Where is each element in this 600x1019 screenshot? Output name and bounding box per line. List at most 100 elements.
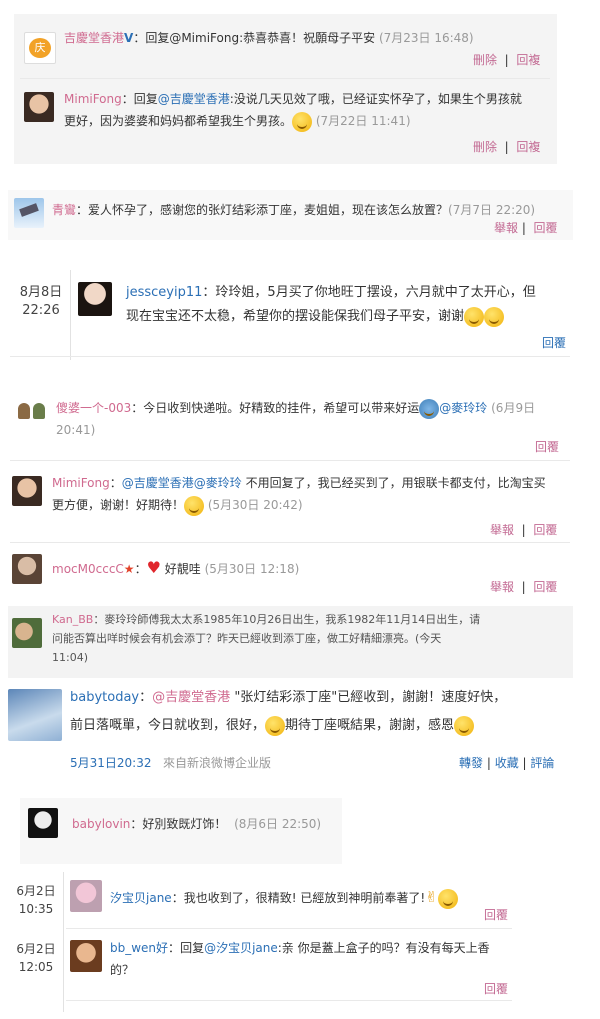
comment-actions: 舉報 | 回覆: [494, 221, 558, 235]
time-text: 10:35: [18, 902, 54, 916]
comment-user[interactable]: 青鸞: [52, 203, 76, 217]
mention-link[interactable]: @吉慶堂香港: [158, 92, 230, 106]
comment-text: 更方便，谢谢！好期待！: [52, 498, 185, 512]
post-date: 6月2日 10:35: [10, 882, 62, 918]
comment-user[interactable]: bb_wen好: [110, 941, 168, 955]
comment-text: "张灯结彩添丁座"已經收到，謝謝！速度好快，: [234, 690, 507, 705]
comment-text: :亲 你是蓋上盒子的吗？有没有每天上香: [277, 941, 490, 955]
bird-icon: [19, 203, 39, 217]
reply-link[interactable]: 回複: [516, 140, 540, 154]
date-text: 6月2日: [16, 884, 56, 898]
comment-user[interactable]: jessceyip11: [126, 285, 202, 300]
shock-emoji-icon: [484, 306, 505, 327]
timestamp: (5月30日 12:18): [204, 562, 300, 576]
smile-emoji-icon: [265, 715, 286, 736]
comment-user[interactable]: MimiFong: [64, 92, 122, 106]
comment-text: 的？: [110, 963, 135, 977]
post-time-link[interactable]: 5月31日20:32: [70, 756, 152, 770]
divider: [10, 542, 570, 543]
comment-text: :没说几天见效了哦，已经证实怀孕了，如果生个男孩就: [229, 92, 522, 106]
timeline-line: [63, 872, 64, 1012]
comment-user[interactable]: 汐宝贝jane: [110, 891, 172, 905]
mention-link[interactable]: @吉慶堂香港@麥玲玲: [122, 476, 242, 490]
post-date: 6月2日 12:05: [10, 940, 62, 976]
reply-link[interactable]: 回覆: [533, 523, 557, 537]
mention-link[interactable]: @吉慶堂香港: [152, 690, 230, 705]
avatar-babytoday[interactable]: [8, 689, 62, 741]
comment-text: 不用回复了，我已经买到了，用银联卡都支付，比淘宝买: [245, 476, 546, 490]
reply-link[interactable]: 回覆: [484, 982, 508, 996]
time-text: 12:05: [18, 960, 54, 974]
avatar-jessceyip11[interactable]: [78, 282, 112, 316]
post-actions: 轉發 | 收藏 | 評論: [459, 756, 555, 770]
comment-actions: 刪除 | 回複: [473, 53, 541, 67]
mention-link[interactable]: @麥玲玲: [439, 401, 487, 415]
avatar-shapo[interactable]: [16, 399, 48, 423]
colon: ：: [131, 401, 144, 415]
reply-link[interactable]: 回覆: [542, 336, 566, 350]
avatar-mimifong[interactable]: [12, 476, 42, 506]
comment-user[interactable]: MimiFong: [52, 476, 110, 490]
delete-link[interactable]: 刪除: [473, 53, 497, 67]
comment-actions: 刪除 | 回複: [473, 140, 541, 154]
comment-4: jessceyip11：玲玲姐，5月买了你地旺丁摆设，六月就中了太开心，但 现在…: [126, 281, 576, 329]
reply-link[interactable]: 回覆: [534, 221, 558, 235]
source-link[interactable]: 來自新浪微博企业版: [163, 756, 271, 770]
colon: ：: [134, 562, 147, 576]
avatar-mimifong[interactable]: [24, 92, 54, 122]
divider: [66, 1000, 512, 1001]
comment-actions: 回覆: [484, 904, 508, 926]
comment-text: 玲玲姐，5月买了你地旺丁摆设，六月就中了太开心，但: [215, 285, 536, 300]
comment-actions: 舉報 | 回覆: [490, 523, 558, 537]
avatar-bbwen[interactable]: [70, 940, 102, 972]
comment-user[interactable]: Kan_BB: [52, 613, 93, 626]
comment-actions: 回覆: [542, 332, 566, 354]
mention-link[interactable]: @汐宝贝jane: [204, 941, 278, 955]
report-link[interactable]: 舉報: [490, 523, 514, 537]
comment-link[interactable]: 評論: [530, 756, 554, 770]
comment-user[interactable]: 吉慶堂香港: [64, 31, 124, 45]
divider: [10, 356, 570, 357]
timestamp: 20:41): [56, 423, 96, 437]
avatar-babylovin[interactable]: [28, 808, 58, 838]
avatar-kanbb[interactable]: [12, 618, 42, 648]
colon: ：: [202, 285, 216, 300]
reply-link[interactable]: 回覆: [533, 580, 557, 594]
colon: ：: [171, 891, 184, 905]
report-link[interactable]: 舉報: [490, 580, 514, 594]
comment-text: 问能否算出咩时候会有机会添丁？昨天已經收到添丁座，做工好精細漂亮。(今天: [52, 632, 442, 645]
smile-emoji-icon: [437, 888, 458, 909]
star-badge-icon: ★: [123, 562, 135, 576]
comment-text: 期待丁座嘅結果，謝謝，感恩: [285, 718, 455, 733]
comment-text: 现在宝宝还不太稳，希望你的摆设能保我们母子平安，谢谢: [126, 309, 465, 324]
comment-user[interactable]: babytoday: [70, 690, 139, 705]
colon: ：: [130, 817, 143, 831]
comment-user[interactable]: 傻婆一个-003: [56, 401, 131, 415]
avatar-jane[interactable]: [70, 880, 102, 912]
comment-text: 爱人怀孕了，感谢您的张灯结彩添丁座，麦姐姐，现在该怎么放置？: [88, 203, 449, 217]
timestamp: (7月7日 22:20): [448, 203, 536, 217]
avatar-mocm0cccc[interactable]: [12, 554, 42, 584]
comment-user[interactable]: babylovin: [72, 817, 130, 831]
avatar-qingluan[interactable]: [14, 198, 44, 228]
forward-link[interactable]: 轉發: [459, 756, 483, 770]
comment-text: 好靚哇: [164, 562, 201, 576]
delete-link[interactable]: 刪除: [473, 140, 497, 154]
reply-link[interactable]: 回複: [516, 53, 540, 67]
reply-link[interactable]: 回覆: [484, 908, 508, 922]
report-link[interactable]: 舉報: [494, 221, 518, 235]
comment-user[interactable]: mocM0cccC: [52, 562, 124, 576]
favorite-link[interactable]: 收藏: [495, 756, 519, 770]
timeline-line: [70, 270, 71, 360]
colon: ：: [133, 31, 146, 45]
date-text: 6月2日: [16, 942, 56, 956]
comment-9: babytoday：@吉慶堂香港 "张灯结彩添丁座"已經收到，謝謝！速度好快， …: [70, 684, 570, 740]
reply-prefix: 回复: [180, 941, 205, 955]
comment-6: MimiFong：@吉慶堂香港@麥玲玲 不用回复了，我已经买到了，用银联卡都支付…: [52, 472, 572, 516]
reply-link[interactable]: 回覆: [535, 440, 559, 454]
comment-text: 麥玲玲師傅我太太系1985年10月26日出生，我系1982年11月14日出生，请: [104, 613, 481, 626]
comment-text: 前日落嘅單，今日就收到，很好，: [70, 718, 266, 733]
timestamp: (5月30日 20:42): [207, 498, 303, 512]
reply-prefix: 回复: [133, 92, 158, 106]
avatar-jiqingtang[interactable]: 庆: [24, 32, 56, 64]
